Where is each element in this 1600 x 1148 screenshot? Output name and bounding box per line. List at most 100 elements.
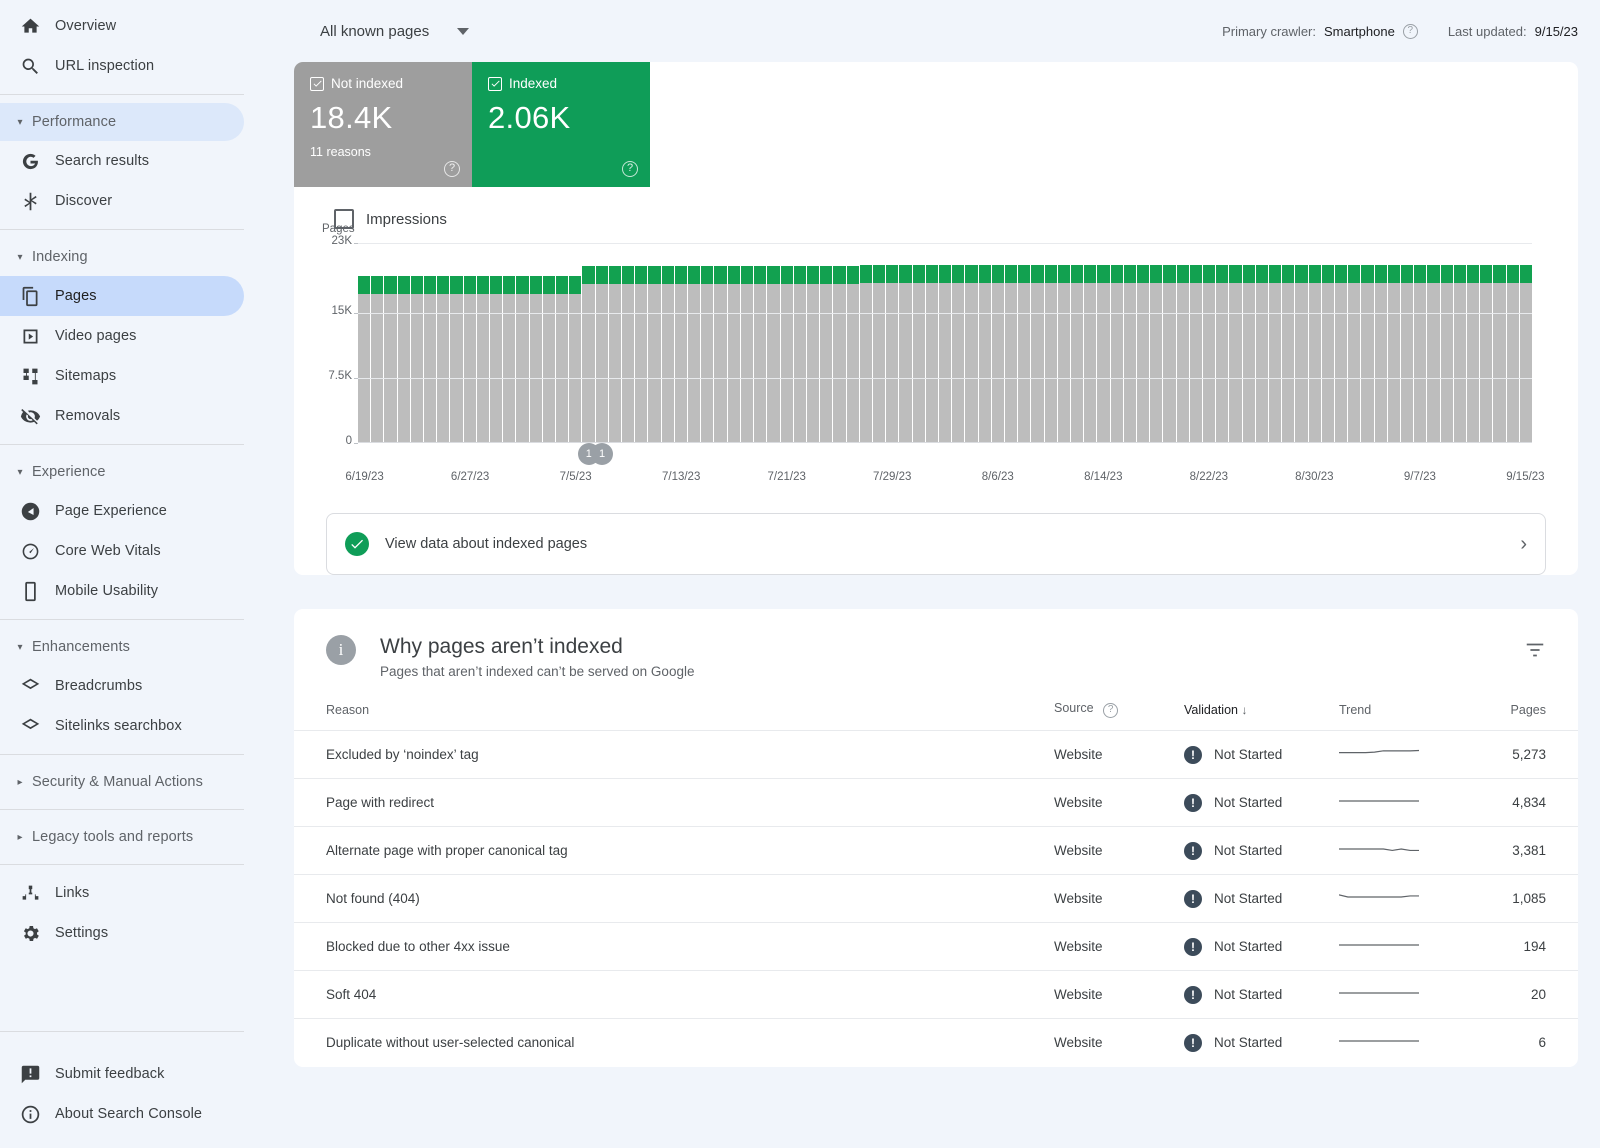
chart-bar[interactable] [371, 276, 384, 443]
sidebar-group-indexing[interactable]: ▾ Indexing [0, 238, 244, 276]
checkbox-checked-icon[interactable] [488, 76, 502, 91]
table-row[interactable]: Page with redirect Website! Not Started 4,8… [294, 778, 1578, 827]
sidebar-item-sitelinks-searchbox[interactable]: Sitelinks searchbox [0, 706, 244, 746]
page-filter-select[interactable]: All known pages [320, 23, 470, 40]
indexed-pages-banner[interactable]: View data about indexed pages › [326, 513, 1546, 575]
chart-bar[interactable] [622, 265, 635, 443]
cell-reason[interactable]: Excluded by ‘noindex’ tag [294, 730, 1054, 779]
chart-bar[interactable] [516, 276, 529, 443]
chart-bar[interactable] [991, 265, 1004, 443]
cell-reason[interactable]: Soft 404 [294, 970, 1054, 1019]
chart-bar[interactable] [1493, 265, 1506, 443]
chart-bar[interactable] [965, 265, 978, 443]
chart-bar[interactable] [424, 276, 437, 443]
chart-bar[interactable] [595, 265, 608, 443]
chart-bar[interactable] [1414, 265, 1427, 443]
col-reason[interactable]: Reason [294, 701, 1054, 731]
chart-bar[interactable] [872, 265, 886, 443]
help-circle-icon[interactable]: ? [622, 161, 638, 177]
sidebar-item-removals[interactable]: Removals [0, 396, 244, 436]
sidebar-item-about-search-console[interactable]: About Search Console [0, 1094, 244, 1134]
sidebar-item-overview[interactable]: Overview [0, 6, 244, 46]
chart-bar[interactable] [701, 265, 714, 443]
chart-bar[interactable] [397, 276, 410, 443]
cell-reason[interactable]: Alternate page with proper canonical tag [294, 826, 1054, 875]
chart-bar[interactable] [938, 265, 952, 443]
table-row[interactable]: Not found (404) Website! Not Started 1,085 [294, 874, 1578, 923]
chart-bar[interactable] [1229, 265, 1242, 443]
checkbox-checked-icon[interactable] [310, 76, 324, 91]
chart-bar[interactable] [1084, 265, 1097, 443]
impressions-toggle[interactable]: Impressions [334, 209, 1556, 229]
sidebar-group-experience[interactable]: ▾ Experience [0, 453, 244, 491]
sidebar-group-enhancements[interactable]: ▾ Enhancements [0, 628, 244, 666]
sidebar-item-page-experience[interactable]: Page Experience [0, 491, 244, 531]
chart-bar[interactable] [1044, 265, 1057, 443]
chart-bar[interactable] [846, 265, 859, 443]
chart-bar[interactable] [635, 265, 648, 443]
chart-bar[interactable] [886, 265, 899, 443]
sidebar-item-url-inspection[interactable]: URL inspection [0, 46, 244, 86]
kpi-tab-not-indexed[interactable]: Not indexed 18.4K 11 reasons? [294, 62, 472, 187]
chart-bar[interactable] [952, 265, 965, 443]
col-trend[interactable]: Trend [1339, 701, 1489, 731]
chart-bar[interactable] [1150, 265, 1163, 443]
chart-bar[interactable] [1189, 265, 1202, 443]
chart-bar[interactable] [1453, 265, 1467, 443]
chart-bar[interactable] [859, 265, 872, 443]
chart-bar[interactable] [437, 276, 450, 443]
sidebar-item-discover[interactable]: Discover [0, 181, 244, 221]
sidebar-item-pages[interactable]: Pages [0, 276, 244, 316]
chart-bar[interactable] [1057, 265, 1070, 443]
chart-bar[interactable] [1427, 265, 1440, 443]
sidebar-item-submit-feedback[interactable]: Submit feedback [0, 1054, 244, 1094]
cell-reason[interactable]: Duplicate without user-selected canonica… [294, 1018, 1054, 1067]
chart-bar[interactable] [1374, 265, 1387, 443]
chart-bar[interactable] [1480, 265, 1493, 443]
chart-bar[interactable] [542, 276, 556, 443]
chart-bar[interactable] [1387, 265, 1401, 443]
chart-bar[interactable] [1321, 265, 1335, 443]
col-pages[interactable]: Pages [1489, 701, 1578, 731]
chart-bar[interactable] [1176, 265, 1189, 443]
chart-bar[interactable] [899, 265, 912, 443]
col-source[interactable]: Source ? [1054, 701, 1184, 731]
kpi-sub[interactable]: 11 reasons [310, 145, 456, 159]
chart-bar[interactable] [476, 276, 490, 443]
kpi-tab-indexed[interactable]: Indexed 2.06K? [472, 62, 650, 187]
chart-bar[interactable] [463, 276, 476, 443]
chart-bar[interactable] [1216, 265, 1229, 443]
chart-bar[interactable] [503, 276, 516, 443]
table-row[interactable]: Duplicate without user-selected canonica… [294, 1018, 1578, 1067]
sidebar-item-settings[interactable]: Settings [0, 913, 244, 953]
chart-bar[interactable] [1255, 265, 1269, 443]
sidebar-item-core-web-vitals[interactable]: Core Web Vitals [0, 531, 244, 571]
chart-bar[interactable] [1506, 265, 1519, 443]
sidebar-group-performance[interactable]: ▾ Performance [0, 103, 244, 141]
chart-bar[interactable] [556, 276, 569, 443]
chart-bar[interactable] [1282, 265, 1295, 443]
chart-bar[interactable] [1163, 265, 1176, 443]
table-row[interactable]: Alternate page with proper canonical tag… [294, 826, 1578, 875]
chart-bar[interactable] [1070, 265, 1084, 443]
chart-bar[interactable] [754, 265, 767, 443]
help-circle-icon[interactable]: ? [1103, 703, 1119, 718]
chart-bar[interactable] [358, 276, 371, 443]
cell-reason[interactable]: Blocked due to other 4xx issue [294, 922, 1054, 971]
sidebar-item-links[interactable]: Links [0, 873, 244, 913]
chart-bar[interactable] [1335, 265, 1348, 443]
chart-bar[interactable] [793, 265, 806, 443]
chart-bar[interactable] [661, 265, 674, 443]
chart-bar[interactable] [1440, 265, 1453, 443]
chart-bar[interactable] [1097, 265, 1110, 443]
sidebar-item-breadcrumbs[interactable]: Breadcrumbs [0, 666, 244, 706]
chart-bar[interactable] [569, 276, 582, 443]
chart-bar[interactable] [1018, 265, 1031, 443]
chart-bar[interactable] [410, 276, 424, 443]
sidebar-item-search-results[interactable]: Search results [0, 141, 244, 181]
help-circle-icon[interactable]: ? [444, 161, 460, 177]
chart-annotation-marker[interactable]: 1 [591, 443, 614, 465]
chart-bar[interactable] [1519, 265, 1533, 443]
sidebar-item-video-pages[interactable]: Video pages [0, 316, 244, 356]
chart-bar[interactable] [727, 265, 740, 443]
